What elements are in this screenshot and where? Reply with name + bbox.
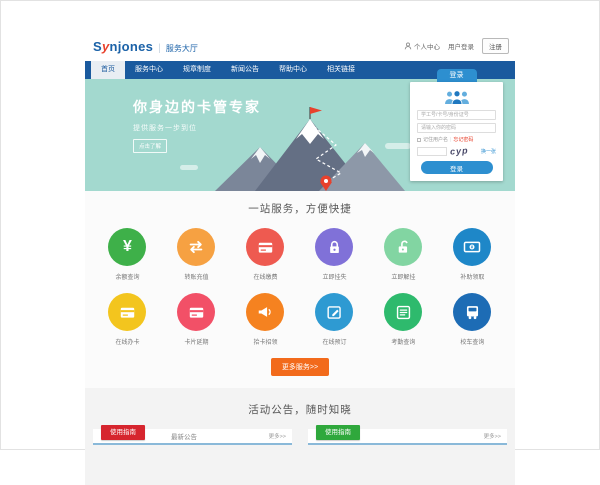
captcha-image[interactable]: cyp <box>450 145 469 156</box>
hero-title: 你身边的卡管专家 <box>133 97 261 117</box>
nav-item-home[interactable]: 首页 <box>91 61 125 79</box>
site-container: Synjones | 服务大厅 个人中心 用户登录 注册 首页 服务中心 规章制… <box>85 31 515 485</box>
service-label: 拾卡招领 <box>231 337 300 346</box>
panel-tab-bar: 使用指南 最新公告 更多>> <box>93 429 292 445</box>
service-label: 转账充值 <box>162 272 231 281</box>
password-input[interactable] <box>417 123 496 133</box>
announcements-heading: 活动公告，随时知晓 <box>93 402 507 417</box>
captcha-input[interactable] <box>417 147 447 156</box>
nav-item-service-center[interactable]: 服务中心 <box>125 61 173 79</box>
logo-text: Synjones <box>93 39 153 54</box>
spacer <box>93 376 507 388</box>
service-label: 校车查询 <box>438 337 507 346</box>
service-online-booking[interactable]: 在线预订 <box>300 293 369 346</box>
announcements-section: 活动公告，随时知晓 使用指南 最新公告 更多>> 使用指南 更多>> <box>85 388 515 485</box>
services-grid: ¥ 余额查询 转账充值 在线缴费 立即挂失 <box>93 228 507 358</box>
announcement-panel-right: 使用指南 更多>> <box>308 429 507 445</box>
service-label: 补助领取 <box>438 272 507 281</box>
service-school-bus-inquiry[interactable]: 校车查询 <box>438 293 507 346</box>
banknote-icon: ¥ <box>453 228 491 266</box>
transfer-icon <box>177 228 215 266</box>
remember-label: 记住用户名 <box>423 136 448 143</box>
card-icon <box>108 293 146 331</box>
login-panel: 登录 记住用户名 | 忘记密码 cyp 换一张 登录 <box>410 69 503 181</box>
register-button[interactable]: 注册 <box>482 38 509 54</box>
unlock-icon <box>384 228 422 266</box>
nav-item-help[interactable]: 帮助中心 <box>269 61 317 79</box>
users-group-icon <box>443 89 471 106</box>
more-link[interactable]: 更多>> <box>269 432 286 440</box>
service-label: 在线办卡 <box>93 337 162 346</box>
header-links: 个人中心 用户登录 注册 <box>404 38 509 54</box>
services-heading: 一站服务，方便快捷 <box>93 201 507 216</box>
cloud-decoration <box>180 165 198 170</box>
username-input[interactable] <box>417 110 496 120</box>
service-label: 立即挂失 <box>300 272 369 281</box>
list-icon <box>384 293 422 331</box>
tab-latest-news[interactable]: 最新公告 <box>171 431 197 441</box>
lock-icon <box>315 228 353 266</box>
login-form: 记住用户名 | 忘记密码 cyp 换一张 登录 <box>410 82 503 181</box>
service-balance-inquiry[interactable]: ¥ 余额查询 <box>93 228 162 281</box>
service-attendance-inquiry[interactable]: 考勤查询 <box>369 293 438 346</box>
service-found-card-claim[interactable]: 拾卡招领 <box>231 293 300 346</box>
bus-icon <box>453 293 491 331</box>
divider: | <box>450 137 451 143</box>
login-submit-button[interactable]: 登录 <box>421 161 493 174</box>
logo-subtitle: 服务大厅 <box>166 43 198 54</box>
hero-cta-button[interactable]: 点击了解 <box>133 139 167 153</box>
service-label: 在线缴费 <box>231 272 300 281</box>
panel-tab-bar: 使用指南 更多>> <box>308 429 507 445</box>
captcha-refresh-link[interactable]: 换一张 <box>481 148 496 155</box>
services-section: 一站服务，方便快捷 ¥ 余额查询 转账充值 在线缴费 <box>85 191 515 388</box>
card-icon <box>177 293 215 331</box>
nav-item-news[interactable]: 新闻公告 <box>221 61 269 79</box>
user-icon <box>404 42 412 50</box>
more-services-button[interactable]: 更多服务>> <box>271 358 329 376</box>
service-label: 在线预订 <box>300 337 369 346</box>
captcha-row: cyp 换一张 <box>417 146 496 156</box>
logo[interactable]: Synjones | 服务大厅 <box>93 39 198 54</box>
service-label: 考勤查询 <box>369 337 438 346</box>
hero-subtitle: 提供服务一步到位 <box>133 123 261 133</box>
user-login-link[interactable]: 用户登录 <box>448 41 474 51</box>
card-icon <box>246 228 284 266</box>
nav-item-links[interactable]: 相关链接 <box>317 61 365 79</box>
service-card-extension[interactable]: 卡片延期 <box>162 293 231 346</box>
top-header: Synjones | 服务大厅 个人中心 用户登录 注册 <box>85 31 515 61</box>
edit-icon <box>315 293 353 331</box>
yuan-icon: ¥ <box>108 228 146 266</box>
login-options-row: 记住用户名 | 忘记密码 <box>417 136 496 143</box>
nav-item-rules[interactable]: 规章制度 <box>173 61 221 79</box>
service-label: 立即解挂 <box>369 272 438 281</box>
service-cancel-loss[interactable]: 立即解挂 <box>369 228 438 281</box>
tab-usage-guide[interactable]: 使用指南 <box>101 425 145 440</box>
login-tab[interactable]: 登录 <box>437 69 477 82</box>
more-link[interactable]: 更多>> <box>484 432 501 440</box>
service-label: 余额查询 <box>93 272 162 281</box>
service-subsidy-collect[interactable]: ¥ 补助领取 <box>438 228 507 281</box>
hero-copy: 你身边的卡管专家 提供服务一步到位 点击了解 <box>133 97 261 153</box>
logo-accent: y <box>102 39 110 54</box>
personal-center-link[interactable]: 个人中心 <box>404 41 440 51</box>
service-online-payment[interactable]: 在线缴费 <box>231 228 300 281</box>
service-label: 卡片延期 <box>162 337 231 346</box>
service-online-card-apply[interactable]: 在线办卡 <box>93 293 162 346</box>
service-report-loss[interactable]: 立即挂失 <box>300 228 369 281</box>
remember-checkbox[interactable] <box>417 138 421 142</box>
announcement-panels: 使用指南 最新公告 更多>> 使用指南 更多>> <box>93 429 507 445</box>
logo-divider: | <box>158 43 161 54</box>
announcement-panel-left: 使用指南 最新公告 更多>> <box>93 429 292 445</box>
service-transfer-recharge[interactable]: 转账充值 <box>162 228 231 281</box>
megaphone-icon <box>246 293 284 331</box>
tab-usage-guide[interactable]: 使用指南 <box>316 425 360 440</box>
forgot-password-link[interactable]: 忘记密码 <box>453 136 473 143</box>
